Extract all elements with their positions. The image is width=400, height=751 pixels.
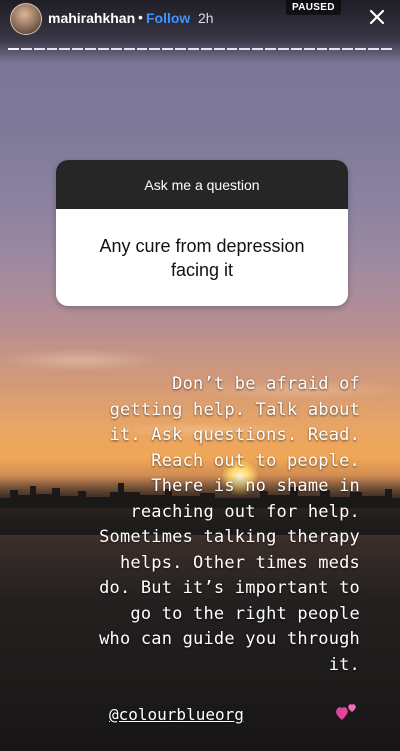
progress-segment	[368, 48, 379, 52]
progress-segment	[188, 48, 199, 52]
story-text-line: go to the right people	[130, 603, 360, 624]
progress-segment	[303, 48, 315, 52]
progress-segment	[149, 48, 161, 52]
two-hearts-icon	[336, 704, 356, 720]
separator-dot: •	[138, 9, 143, 25]
close-icon[interactable]	[368, 8, 386, 26]
story-text-line: Sometimes talking therapy	[99, 527, 360, 547]
progress-segment	[342, 48, 354, 52]
question-sticker-heading: Ask me a question	[56, 160, 348, 209]
progress-segment	[46, 48, 58, 52]
progress-segment	[213, 48, 225, 52]
progress-segment	[200, 48, 212, 52]
progress-segment	[278, 48, 289, 52]
post-time: 2h	[198, 10, 214, 26]
progress-segment	[355, 48, 367, 52]
progress-segment	[252, 48, 264, 52]
progress-segment	[33, 48, 45, 52]
progress-segment	[162, 48, 174, 52]
progress-segment	[380, 48, 392, 52]
progress-segment	[59, 48, 71, 52]
avatar[interactable]	[10, 3, 42, 35]
follow-button[interactable]: Follow	[146, 10, 190, 26]
question-text: Any cure from depression facing it	[99, 235, 305, 280]
story-text-line: it.	[328, 654, 360, 675]
story-text-line: reaching out for help.	[130, 501, 360, 522]
story-text-line: There is no shame in	[151, 476, 360, 496]
paused-badge: PAUSED	[286, 0, 341, 15]
progress-segment	[98, 48, 109, 52]
story-text-line: getting help. Talk about	[109, 399, 360, 420]
story-text-line: who can guide you through	[99, 629, 360, 649]
story-text-line: it. Ask questions. Read.	[109, 425, 360, 445]
story-progress-bar	[8, 48, 392, 50]
progress-segment	[329, 48, 341, 52]
progress-segment	[136, 48, 148, 52]
story-text-line: Don’t be afraid of	[172, 374, 360, 394]
story-text-line: helps. Other times meds	[119, 552, 360, 573]
progress-segment	[72, 48, 84, 52]
progress-segment	[8, 48, 19, 52]
progress-segment	[265, 48, 277, 52]
mention-link[interactable]: @colourblueorg	[109, 705, 244, 724]
progress-segment	[20, 48, 32, 52]
progress-segment	[239, 48, 251, 52]
story-text-line: do. But it’s important to	[99, 578, 360, 598]
progress-segment	[290, 48, 302, 52]
progress-segment	[226, 48, 238, 52]
question-sticker[interactable]: Ask me a question Any cure from depressi…	[56, 160, 348, 306]
progress-segment	[175, 48, 187, 52]
story-text: Don’t be afraid of getting help. Talk abo…	[16, 372, 360, 678]
progress-segment	[110, 48, 122, 52]
story-canvas[interactable]: mahirahkhan • Follow 2h PAUSED Ask me a …	[0, 0, 400, 751]
username[interactable]: mahirahkhan	[48, 10, 135, 26]
progress-segment	[316, 48, 328, 52]
story-text-line: Reach out to people.	[151, 450, 360, 471]
progress-segment	[123, 48, 135, 52]
progress-segment	[85, 48, 97, 52]
